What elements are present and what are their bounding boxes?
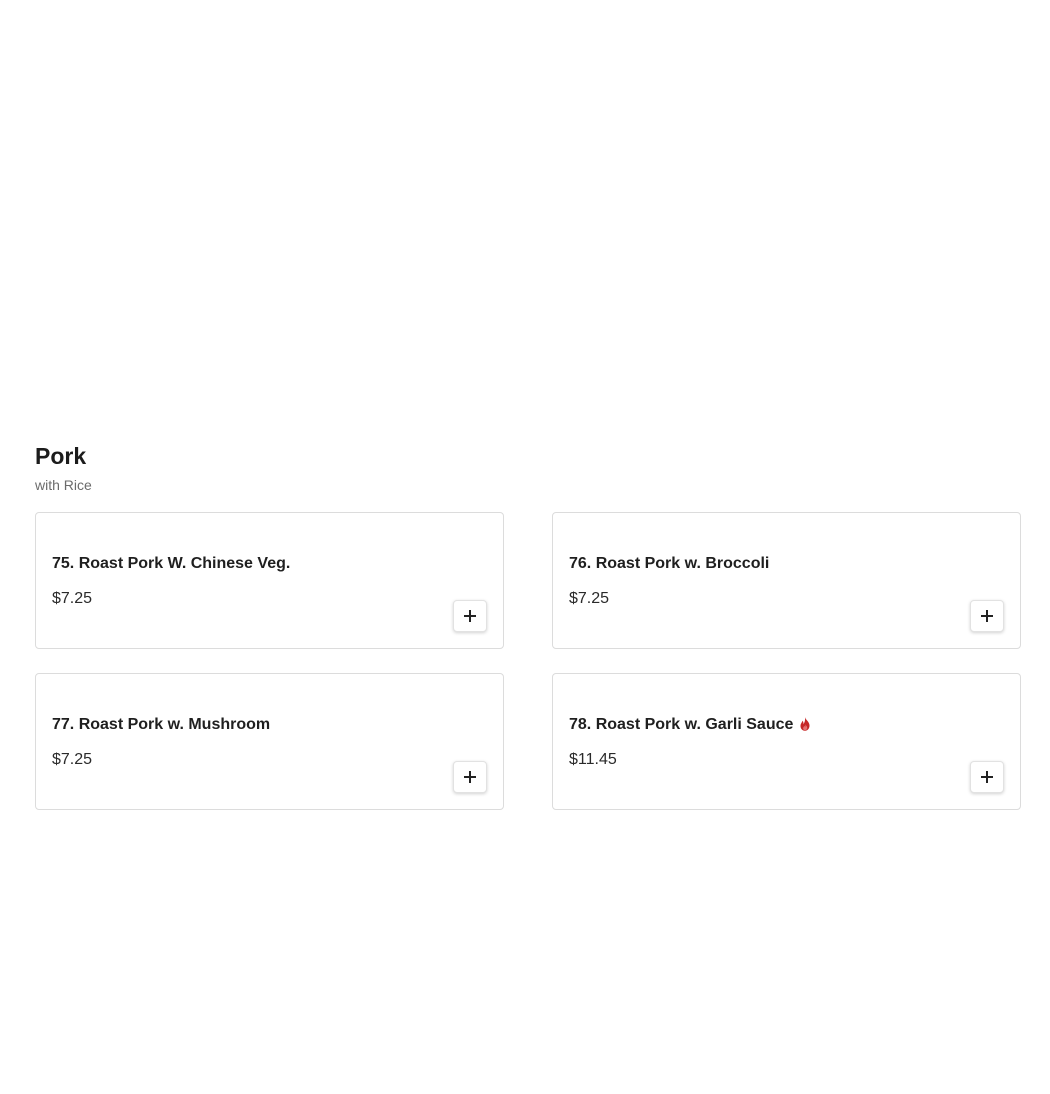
- add-to-cart-button[interactable]: [970, 761, 1004, 793]
- menu-item-card[interactable]: 75. Roast Pork W. Chinese Veg. $7.25: [35, 512, 504, 649]
- menu-section-pork: Pork with Rice 75. Roast Pork W. Chinese…: [35, 440, 1021, 810]
- menu-item-name: 78. Roast Pork w. Garli Sauce: [569, 714, 811, 736]
- menu-item-name-text: 77. Roast Pork w. Mushroom: [52, 716, 271, 733]
- add-to-cart-button[interactable]: [453, 600, 487, 632]
- flame-icon: [800, 717, 810, 731]
- menu-item-card[interactable]: 76. Roast Pork w. Broccoli $7.25: [552, 512, 1021, 649]
- menu-item-name: 77. Roast Pork w. Mushroom: [52, 714, 270, 736]
- add-to-cart-button[interactable]: [970, 600, 1004, 632]
- plus-icon: [981, 610, 993, 622]
- menu-item-price: $7.25: [52, 590, 93, 607]
- menu-item-price: $11.45: [569, 751, 617, 768]
- menu-item-name: 76. Roast Pork w. Broccoli: [569, 553, 769, 575]
- plus-icon: [464, 610, 476, 622]
- menu-item-price: $7.25: [52, 751, 93, 768]
- menu-item-name: 75. Roast Pork W. Chinese Veg.: [52, 553, 290, 575]
- menu-item-card[interactable]: 77. Roast Pork w. Mushroom $7.25: [35, 673, 504, 810]
- plus-icon: [981, 771, 993, 783]
- menu-item-name-text: 78. Roast Pork w. Garli Sauce: [569, 716, 794, 733]
- menu-item-price: $7.25: [569, 590, 610, 607]
- menu-item-name-text: 75. Roast Pork W. Chinese Veg.: [52, 555, 291, 572]
- menu-item-name-text: 76. Roast Pork w. Broccoli: [569, 555, 770, 572]
- menu-item-card[interactable]: 78. Roast Pork w. Garli Sauce $11.45: [552, 673, 1021, 810]
- section-title: Pork: [35, 443, 87, 469]
- add-to-cart-button[interactable]: [453, 761, 487, 793]
- section-subtitle: with Rice: [35, 477, 92, 493]
- plus-icon: [464, 771, 476, 783]
- menu-item-grid: 75. Roast Pork W. Chinese Veg. $7.25 76.…: [35, 512, 1021, 810]
